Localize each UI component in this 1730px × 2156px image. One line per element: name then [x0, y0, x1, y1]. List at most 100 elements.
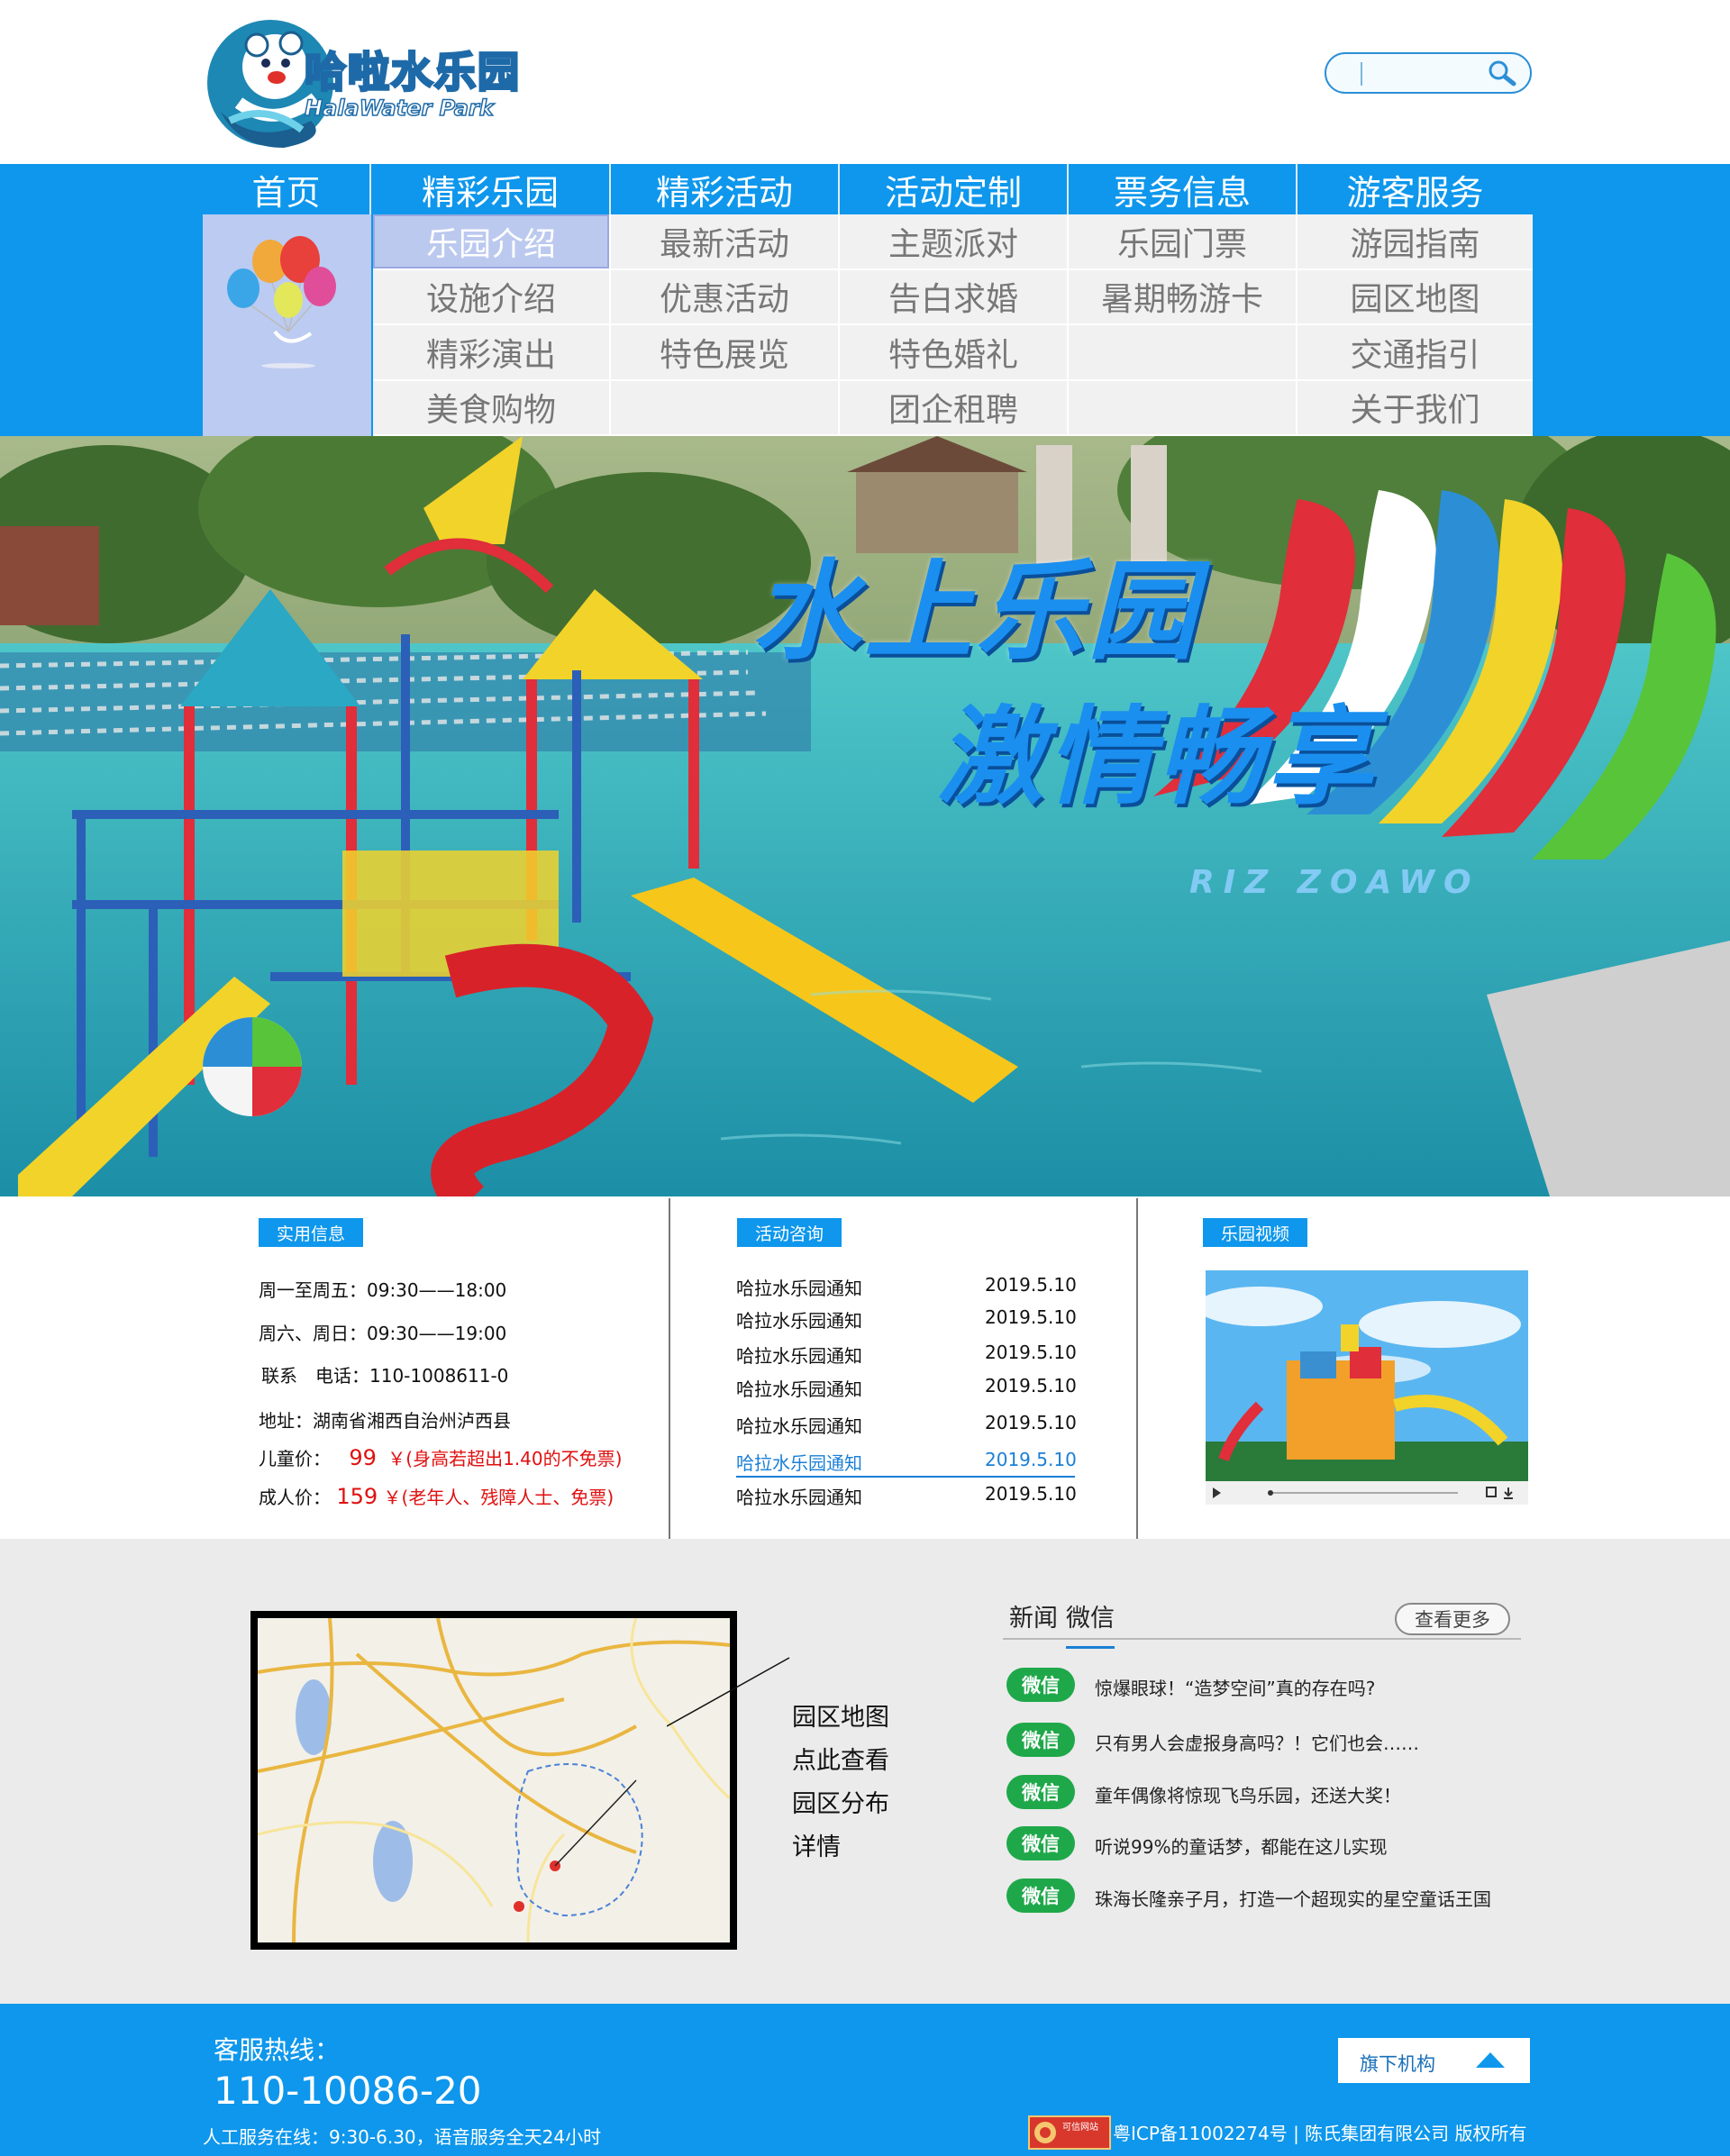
nav-item-empty [1069, 325, 1296, 379]
news-date: 2019.5.10 [985, 1306, 1077, 1328]
subsidiaries-label: 旗下机构 [1360, 2053, 1435, 2075]
search-icon[interactable] [1483, 58, 1521, 88]
balloons-icon [227, 236, 336, 368]
news-title: 哈拉水乐园通知 [736, 1452, 862, 1474]
nav-item-about-us[interactable]: 关于我们 [1298, 380, 1533, 434]
search-box [1325, 52, 1532, 94]
map-caption-line: 园区分布 [792, 1790, 889, 1818]
park-map[interactable] [250, 1611, 737, 1950]
tab-wechat[interactable]: 微信 [1066, 1598, 1115, 1649]
park-video-player[interactable] [1197, 1270, 1528, 1505]
news-date: 2019.5.10 [985, 1483, 1077, 1505]
banner-slogan: 激情畅享 [937, 695, 1378, 819]
wechat-badge: 微信 [1006, 1668, 1075, 1702]
nav-dropdown-grid: 乐园介绍 设施介绍 精彩演出 美食购物 最新活动 优惠活动 特色展览 主题派对 … [373, 214, 1533, 436]
nav-home-panel [203, 214, 371, 436]
child-price-label: 儿童价： [259, 1448, 331, 1469]
trusted-site-badge[interactable]: 可信网站 [1028, 2115, 1111, 2150]
nav-col-activities: 最新活动 优惠活动 特色展览 [611, 214, 840, 436]
news-title: 哈拉水乐园通知 [736, 1378, 862, 1400]
contact-phone: 联系 电话：110-1008611-0 [261, 1365, 509, 1387]
nav-visitor-service[interactable]: 游客服务 [1298, 164, 1533, 214]
nav-item-shows[interactable]: 精彩演出 [373, 325, 609, 379]
arrow-up-icon [1476, 2052, 1505, 2068]
nav-item-exhibitions[interactable]: 特色展览 [611, 325, 838, 379]
nav-item-empty [611, 380, 838, 434]
nav-tickets[interactable]: 票务信息 [1069, 164, 1298, 214]
nav-item-park-intro[interactable]: 乐园介绍 [373, 214, 609, 268]
tab-news[interactable]: 新闻 [1009, 1598, 1058, 1633]
nav-park[interactable]: 精彩乐园 [371, 164, 611, 214]
hotline-number[interactable]: 110-10086-20 [214, 2069, 482, 2113]
news-date: 2019.5.10 [985, 1274, 1077, 1296]
nav-custom-events[interactable]: 活动定制 [840, 164, 1069, 214]
wechat-post-title: 珠海长隆亲子月，打造一个超现实的星空童话王国 [1095, 1888, 1491, 1910]
search-input[interactable] [1359, 61, 1476, 85]
news-item[interactable]: 哈拉水乐园通知 2019.5.10 [736, 1342, 1077, 1370]
wechat-badge: 微信 [1006, 1826, 1075, 1860]
nav-item-group-rental[interactable]: 团企租聘 [840, 380, 1067, 434]
nav-item-park-tickets[interactable]: 乐园门票 [1069, 214, 1296, 268]
view-more-button[interactable]: 查看更多 [1395, 1603, 1510, 1635]
hours-weekend: 周六、周日：09:30——19:00 [259, 1323, 507, 1344]
child-price-row: 儿童价： 99 ￥(身高若超出1.40的不免票) [259, 1444, 622, 1470]
news-item[interactable]: 哈拉水乐园通知 2019.5.10 [736, 1483, 1077, 1512]
practical-info-tag: 实用信息 [259, 1218, 364, 1247]
map-pointer-line [667, 1657, 790, 1727]
wechat-badge: 微信 [1006, 1879, 1075, 1913]
activity-tag: 活动咨询 [737, 1218, 842, 1247]
news-item-hovered[interactable]: 哈拉水乐园通知 2019.5.10 [736, 1449, 1077, 1478]
child-price-note: ￥(身高若超出1.40的不免票) [387, 1448, 623, 1469]
wechat-post-title: 惊爆眼球！“造梦空间”真的存在吗? [1095, 1678, 1376, 1699]
subsidiaries-button[interactable]: 旗下机构 [1338, 2038, 1530, 2083]
news-title: 哈拉水乐园通知 [736, 1487, 862, 1508]
wechat-post-title: 听说99%的童话梦，都能在这儿实现 [1095, 1836, 1388, 1858]
map-image [258, 1618, 730, 1942]
nav-item-park-map[interactable]: 园区地图 [1298, 269, 1533, 323]
adult-price-label: 成人价： [259, 1487, 331, 1508]
nav-col-custom-events: 主题派对 告白求婚 特色婚礼 团企租聘 [840, 214, 1069, 436]
wechat-badge: 微信 [1006, 1723, 1075, 1757]
nav-item-wedding[interactable]: 特色婚礼 [840, 325, 1067, 379]
logo-english: HalaWater Park [304, 95, 494, 122]
nav-item-latest-activities[interactable]: 最新活动 [611, 214, 838, 268]
news-item[interactable]: 哈拉水乐园通知 2019.5.10 [736, 1306, 1077, 1335]
nav-item-guide[interactable]: 游园指南 [1298, 214, 1533, 268]
video-thumbnail [1197, 1270, 1528, 1481]
news-title: 哈拉水乐园通知 [736, 1310, 862, 1332]
adult-price-note: ￥(老年人、残障人士、免票) [383, 1487, 615, 1508]
news-item[interactable]: 哈拉水乐园通知 2019.5.10 [736, 1274, 1077, 1303]
trusted-site-label: 可信网站 [1062, 2123, 1098, 2133]
divider [669, 1198, 670, 1539]
map-and-feed-section: 园区地图 点此查看 园区分布 详情 新闻 微信 查看更多 微信 惊爆眼球！“造梦… [0, 1539, 1730, 2004]
news-date: 2019.5.10 [985, 1375, 1077, 1396]
video-controls-icons[interactable] [1206, 1481, 1528, 1505]
news-item[interactable]: 哈拉水乐园通知 2019.5.10 [736, 1412, 1077, 1441]
news-item[interactable]: 哈拉水乐园通知 2019.5.10 [736, 1375, 1077, 1404]
address: 地址：湖南省湘西自治州泸西县 [259, 1410, 511, 1432]
service-hours: 人工服务在线：9:30-6.30，语音服务全天24小时 [203, 2126, 602, 2148]
site-header: 哈啦水乐园 HalaWater Park [0, 0, 1730, 164]
nav-col-visitor-service: 游园指南 园区地图 交通指引 关于我们 [1298, 214, 1533, 436]
hours-weekday: 周一至周五：09:30——18:00 [259, 1279, 507, 1301]
map-caption-line: 详情 [792, 1833, 841, 1861]
banner-title: 水上乐园 [752, 550, 1199, 675]
nav-item-food-shopping[interactable]: 美食购物 [373, 380, 609, 434]
logo-chinese: 哈啦水乐园 [304, 47, 521, 98]
nav-item-transport[interactable]: 交通指引 [1298, 325, 1533, 379]
nav-item-facilities[interactable]: 设施介绍 [373, 269, 609, 324]
map-caption[interactable]: 园区地图 点此查看 园区分布 详情 [792, 1697, 889, 1869]
news-title: 哈拉水乐园通知 [736, 1415, 862, 1437]
hero-banner[interactable]: 水上乐园 激情畅享 RIZ ZOAWO [0, 436, 1730, 1196]
map-caption-line: 点此查看 [792, 1747, 889, 1775]
divider [1136, 1198, 1138, 1539]
nav-item-discounts[interactable]: 优惠活动 [611, 269, 838, 323]
main-nav: 首页 精彩乐园 精彩活动 活动定制 票务信息 游客服务 乐园介绍 设施介绍 精彩… [203, 164, 1533, 436]
logo-text: 哈啦水乐园 HalaWater Park [304, 40, 530, 122]
nav-item-theme-party[interactable]: 主题派对 [840, 214, 1067, 268]
nav-item-summer-pass[interactable]: 暑期畅游卡 [1069, 269, 1296, 323]
nav-home[interactable]: 首页 [203, 164, 371, 214]
child-price: 99 [349, 1445, 377, 1470]
nav-item-proposal[interactable]: 告白求婚 [840, 269, 1067, 323]
nav-activities[interactable]: 精彩活动 [611, 164, 840, 214]
